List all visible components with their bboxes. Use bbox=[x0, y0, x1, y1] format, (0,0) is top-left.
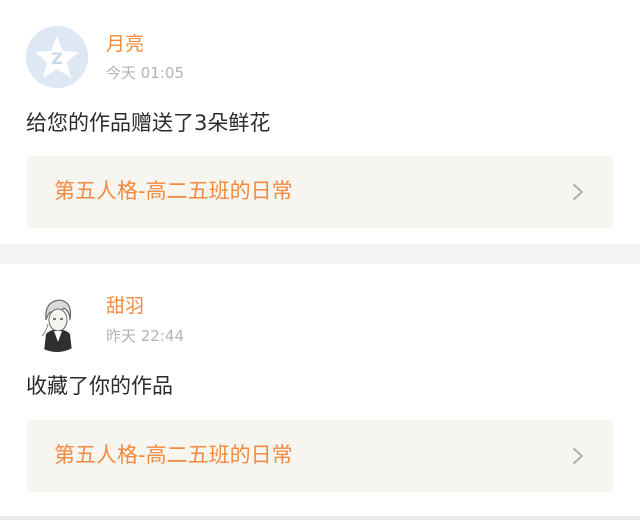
timestamp: 今天 01:05 bbox=[106, 64, 184, 82]
chevron-right-icon bbox=[572, 447, 584, 465]
divider bbox=[0, 516, 640, 520]
username[interactable]: 月亮 bbox=[106, 32, 144, 56]
notification-message: 收藏了你的作品 bbox=[26, 374, 173, 398]
work-title: 第五人格-高二五班的日常 bbox=[54, 443, 293, 467]
chevron-right-icon bbox=[572, 183, 584, 201]
avatar[interactable]: Z bbox=[26, 26, 88, 88]
notification-feed: Z 月亮 今天 01:05 给您的作品赠送了3朵鲜花 第五人格-高二五班的日常 bbox=[0, 0, 640, 520]
notification-card: 甜羽 昨天 22:44 收藏了你的作品 第五人格-高二五班的日常 bbox=[0, 264, 640, 516]
avatar[interactable] bbox=[26, 290, 88, 352]
notification-message: 给您的作品赠送了3朵鲜花 bbox=[26, 111, 271, 135]
work-link[interactable]: 第五人格-高二五班的日常 bbox=[26, 420, 614, 492]
svg-text:Z: Z bbox=[51, 49, 63, 68]
notification-card: Z 月亮 今天 01:05 给您的作品赠送了3朵鲜花 第五人格-高二五班的日常 bbox=[0, 0, 640, 244]
default-avatar-icon: Z bbox=[26, 26, 88, 88]
anime-character-avatar bbox=[26, 290, 88, 352]
username[interactable]: 甜羽 bbox=[106, 294, 144, 318]
work-title: 第五人格-高二五班的日常 bbox=[54, 179, 293, 203]
timestamp: 昨天 22:44 bbox=[106, 327, 184, 345]
work-link[interactable]: 第五人格-高二五班的日常 bbox=[26, 156, 614, 228]
